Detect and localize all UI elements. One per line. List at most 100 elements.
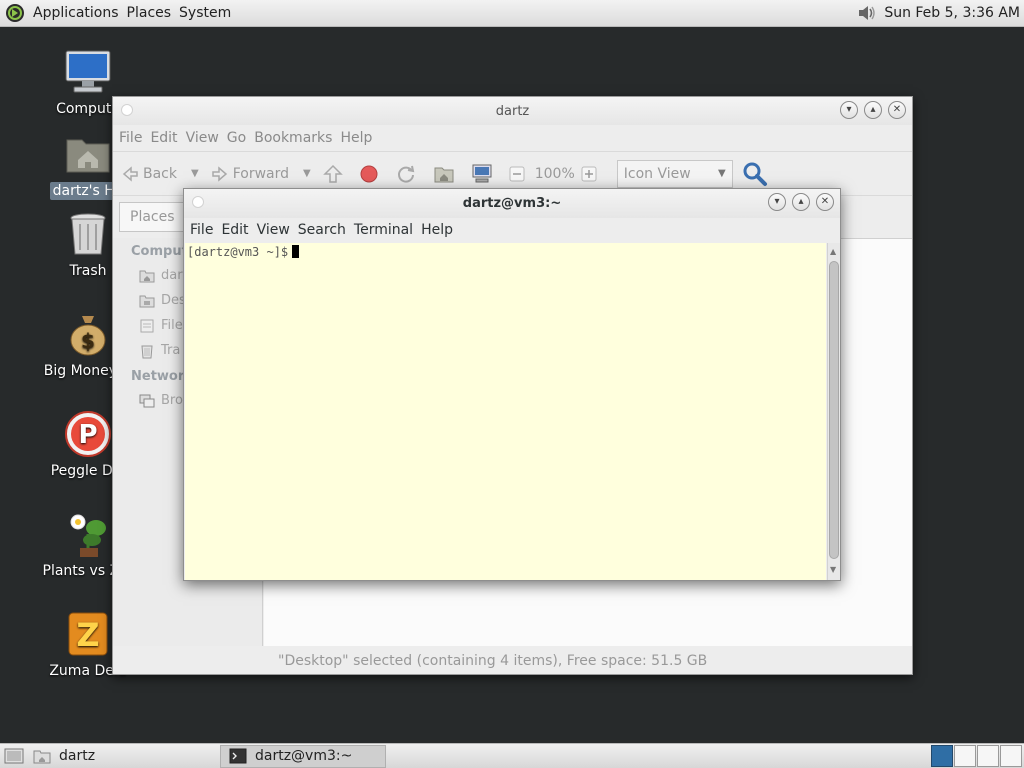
- chevron-down-icon: ▼: [718, 168, 726, 179]
- menu-terminal[interactable]: Terminal: [352, 222, 419, 238]
- clock[interactable]: Sun Feb 5, 3:36 AM: [884, 5, 1020, 21]
- zoom-in-icon[interactable]: [581, 166, 597, 182]
- minimize-button[interactable]: ▾: [768, 193, 786, 211]
- window-menu-icon[interactable]: [192, 196, 204, 208]
- top-panel: Applications Places System Sun Feb 5, 3:…: [0, 0, 1024, 27]
- system-menu[interactable]: System: [175, 5, 235, 21]
- workspace-4[interactable]: [1000, 745, 1022, 767]
- scroll-thumb[interactable]: [829, 261, 839, 559]
- computer-icon: [472, 164, 492, 182]
- menu-edit[interactable]: Edit: [219, 222, 254, 238]
- bottom-panel: dartz dartz@vm3:~: [0, 743, 1024, 768]
- zoom-out-icon[interactable]: [509, 166, 525, 182]
- forward-arrow-icon: [211, 165, 227, 182]
- menu-file[interactable]: File: [117, 130, 148, 146]
- trash-icon: [141, 345, 153, 358]
- stop-icon: [360, 165, 378, 182]
- search-icon[interactable]: [741, 160, 769, 188]
- shell-prompt: [dartz@vm3 ~]$: [187, 245, 289, 259]
- maximize-button[interactable]: ▴: [792, 193, 810, 211]
- svg-text:$: $: [81, 329, 95, 353]
- menu-bookmarks[interactable]: Bookmarks: [252, 130, 338, 146]
- zoom-control: 100%: [509, 166, 601, 182]
- sidebar-item-label: dar: [161, 268, 183, 283]
- sidebar-item-label: Tra: [161, 343, 181, 358]
- menu-file[interactable]: File: [188, 222, 219, 238]
- back-arrow-icon: [122, 165, 138, 182]
- taskbar-item-file-manager[interactable]: dartz: [25, 745, 220, 768]
- home-icon: [139, 270, 155, 282]
- zuma-icon: Z: [68, 612, 108, 656]
- file-manager-titlebar[interactable]: dartz ▾ ▴ ✕: [113, 97, 912, 125]
- up-button[interactable]: [322, 164, 347, 184]
- reload-button[interactable]: [395, 163, 421, 185]
- terminal-output[interactable]: [dartz@vm3 ~]$: [185, 243, 826, 580]
- maximize-button[interactable]: ▴: [864, 101, 882, 119]
- sidebar-item-label: Bro: [161, 393, 183, 408]
- distro-logo-icon[interactable]: [5, 3, 25, 23]
- workspace-2[interactable]: [954, 745, 976, 767]
- file-manager-menubar: File Edit View Go Bookmarks Help: [113, 125, 912, 151]
- svg-text:Z: Z: [76, 616, 99, 654]
- forward-button[interactable]: Forward ▼: [211, 165, 311, 183]
- computer-button[interactable]: [471, 164, 497, 184]
- folder-icon: [33, 750, 51, 764]
- status-bar: "Desktop" selected (containing 4 items),…: [278, 653, 708, 669]
- view-mode-value: Icon View: [623, 165, 691, 182]
- terminal-window[interactable]: dartz@vm3:~ ▾ ▴ ✕ File Edit View Search …: [183, 188, 841, 581]
- view-mode-select[interactable]: Icon View ▼: [616, 159, 733, 188]
- menu-edit[interactable]: Edit: [148, 130, 183, 146]
- workspace-3[interactable]: [977, 745, 999, 767]
- trash-icon: [70, 213, 106, 255]
- desktop-icon-label: Trash: [69, 263, 107, 279]
- home-icon: [434, 167, 454, 182]
- up-arrow-icon: [322, 164, 343, 183]
- terminal-scrollbar[interactable]: ▲ ▼: [827, 243, 840, 580]
- menu-search[interactable]: Search: [296, 222, 352, 238]
- zoom-level: 100%: [534, 165, 575, 182]
- peggle-icon: P: [65, 411, 111, 457]
- minimize-button[interactable]: ▾: [840, 101, 858, 119]
- close-button[interactable]: ✕: [888, 101, 906, 119]
- svg-text:P: P: [78, 420, 97, 450]
- money-bag-icon: $: [70, 316, 106, 356]
- forward-label: Forward: [232, 165, 290, 182]
- volume-icon[interactable]: [856, 3, 878, 23]
- network-icon: [139, 394, 155, 407]
- stop-button[interactable]: [359, 164, 383, 184]
- filesystem-icon: [140, 319, 154, 332]
- reload-icon: [397, 165, 414, 183]
- terminal-titlebar[interactable]: dartz@vm3:~ ▾ ▴ ✕: [184, 189, 840, 218]
- computer-icon: [65, 50, 111, 93]
- places-menu[interactable]: Places: [123, 5, 176, 21]
- sidebar-item-label: File: [161, 318, 183, 333]
- file-manager-title: dartz: [495, 103, 530, 119]
- menu-help[interactable]: Help: [338, 130, 378, 146]
- home-button[interactable]: [433, 164, 459, 184]
- taskbar-item-label: dartz@vm3:~: [255, 748, 353, 764]
- applications-menu[interactable]: Applications: [29, 5, 123, 21]
- close-button[interactable]: ✕: [816, 193, 834, 211]
- workspace-1[interactable]: [931, 745, 953, 767]
- back-label: Back: [143, 165, 177, 182]
- taskbar-item-terminal[interactable]: dartz@vm3:~: [220, 744, 386, 768]
- menu-view[interactable]: View: [255, 222, 296, 238]
- back-button[interactable]: Back ▼: [121, 165, 199, 183]
- menu-view[interactable]: View: [184, 130, 225, 146]
- window-menu-icon[interactable]: [121, 104, 133, 116]
- places-location-label: Places: [130, 208, 175, 225]
- plants-icon: [70, 514, 106, 557]
- scroll-up-icon[interactable]: ▲: [830, 247, 836, 256]
- terminal-icon: [229, 748, 247, 764]
- terminal-menubar: File Edit View Search Terminal Help: [184, 218, 840, 242]
- home-folder-icon: [66, 139, 110, 173]
- back-history-icon[interactable]: ▼: [191, 168, 199, 179]
- menu-help[interactable]: Help: [419, 222, 459, 238]
- scroll-down-icon[interactable]: ▼: [830, 565, 836, 574]
- menu-go[interactable]: Go: [225, 130, 252, 146]
- show-desktop-icon[interactable]: [3, 746, 25, 766]
- places-location-button[interactable]: Places: [119, 201, 186, 232]
- taskbar-item-label: dartz: [59, 748, 96, 764]
- forward-history-icon[interactable]: ▼: [303, 168, 311, 179]
- text-cursor: [292, 245, 300, 258]
